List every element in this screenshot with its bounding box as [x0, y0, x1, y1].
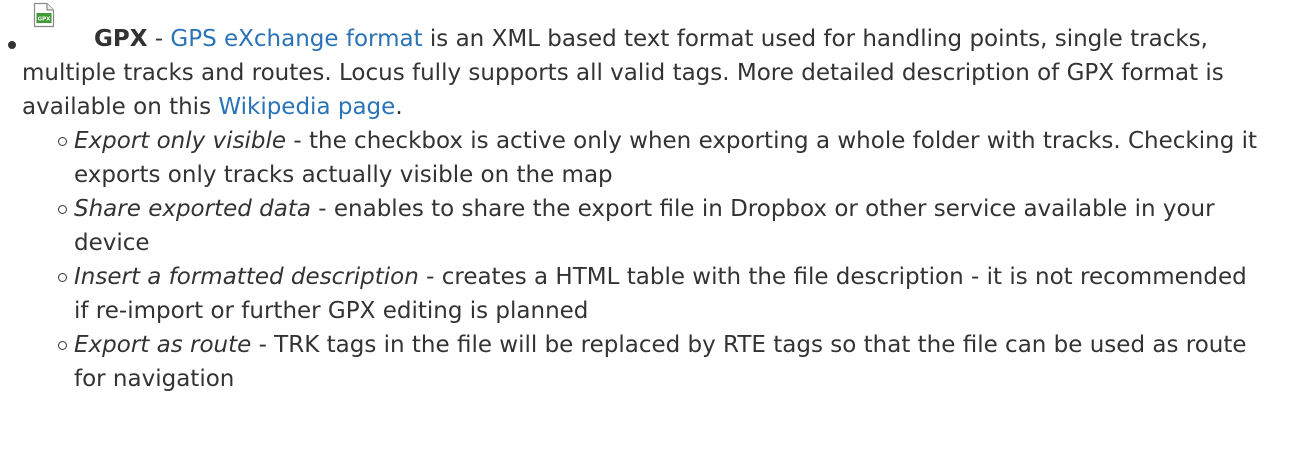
gpx-file-icon: GPX [33, 2, 55, 28]
option-name: Insert a formatted description [74, 264, 419, 290]
option-insert-formatted-description: Insert a formatted description - creates… [22, 260, 1300, 328]
option-export-as-route: Export as route - TRK tags in the file w… [22, 328, 1300, 396]
option-export-only-visible: Export only visible - the checkbox is ac… [22, 124, 1300, 192]
sub-bullet [58, 341, 67, 350]
format-title: GPX [94, 26, 148, 52]
list-item-gpx: GPX GPX - GPS eXchange format is an XML … [0, 0, 1300, 396]
option-share-exported-data: Share exported data - enables to share t… [22, 192, 1300, 260]
gpx-intro-end: . [395, 94, 403, 120]
sub-bullet [58, 137, 67, 146]
option-name: Export as route [74, 332, 252, 358]
wikipedia-page-link[interactable]: Wikipedia page [218, 94, 395, 120]
sub-bullet [58, 273, 67, 282]
export-options-list: Export only visible - the checkbox is ac… [22, 124, 1300, 396]
format-list: GPX GPX - GPS eXchange format is an XML … [0, 0, 1300, 396]
option-name: Share exported data [74, 196, 311, 222]
gpx-icon-label: GPX [38, 17, 52, 23]
title-separator: - [147, 26, 171, 52]
sub-bullet [58, 205, 67, 214]
option-name: Export only visible [74, 128, 287, 154]
bullet [8, 41, 16, 49]
gpx-description: GPX - GPS eXchange format is an XML base… [22, 0, 1300, 124]
gps-exchange-format-link[interactable]: GPS eXchange format [170, 26, 422, 52]
